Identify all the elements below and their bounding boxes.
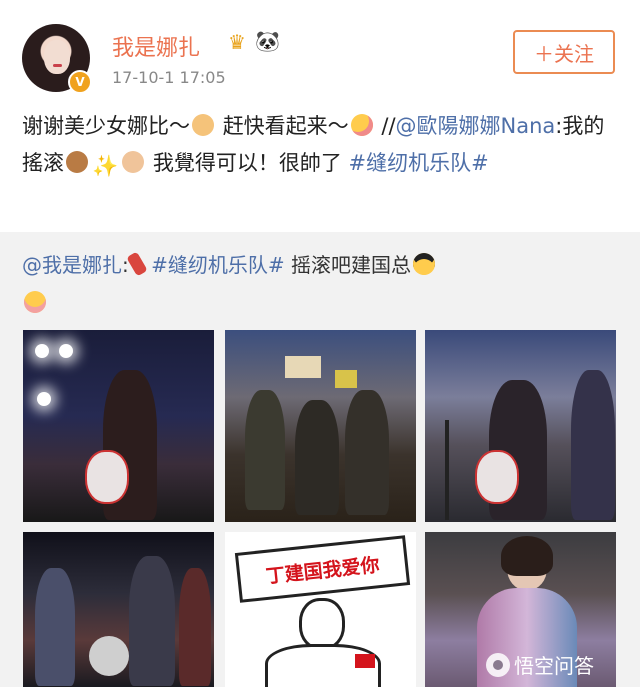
- stage-light: [35, 344, 49, 358]
- stage-light: [37, 392, 51, 406]
- kiss-face-emoji-icon: [350, 114, 373, 136]
- figure-armband: [355, 654, 375, 668]
- panda-icon: 🐼: [255, 29, 280, 53]
- figure-head: [299, 598, 345, 650]
- crown-icon: ♛: [228, 30, 246, 54]
- photo-5-propaganda-banner[interactable]: 丁建国我爱你: [225, 532, 416, 687]
- guitar-emoji-icon: [126, 251, 148, 277]
- rock-hand-emoji-icon: [192, 114, 214, 136]
- post-text: 谢谢美少女娜比～ 赶快看起来～ //@歐陽娜娜Nana:我的搖滚 ✨ 我覺得可以！…: [22, 108, 622, 182]
- photo-3[interactable]: [425, 330, 616, 522]
- guitar: [475, 450, 519, 504]
- post-header: V 我是娜扎 ♛ 🐼 17-10-1 17:05 ＋关注: [0, 0, 640, 100]
- mention-link[interactable]: @歐陽娜娜Nana: [396, 114, 556, 138]
- band-member-figure: [129, 556, 175, 686]
- username[interactable]: 我是娜扎: [112, 30, 200, 62]
- portrait-hair: [501, 536, 553, 576]
- photo-1[interactable]: [23, 330, 214, 522]
- crowd-figure: [345, 390, 389, 515]
- flushed-face-emoji-icon: [24, 291, 46, 313]
- post-timestamp[interactable]: 17-10-1 17:05: [112, 68, 226, 87]
- band-member-figure: [35, 568, 75, 686]
- band-member-figure: [179, 568, 211, 686]
- performer-figure: [571, 370, 615, 520]
- wukong-logo-icon: [486, 652, 510, 677]
- microphone-stand: [445, 420, 449, 520]
- verified-badge-icon: V: [68, 70, 92, 94]
- post-text-part2: 赶快看起来～: [222, 114, 349, 138]
- repost-mention-link[interactable]: @我是娜扎: [22, 253, 122, 277]
- photo-4[interactable]: [23, 532, 214, 687]
- post-text-part5: 我覺得可以！很帥了: [152, 151, 342, 175]
- repost-text: @我是娜扎: #缝纫机乐队# 摇滚吧建国总: [22, 246, 622, 322]
- follow-button[interactable]: ＋关注: [513, 30, 615, 74]
- crowd-figure: [295, 400, 339, 515]
- flag: [335, 370, 357, 388]
- photo-2[interactable]: [225, 330, 416, 522]
- crowd-figure: [245, 390, 285, 510]
- banner-text: 丁建国我爱你: [234, 535, 411, 603]
- watermark: 悟空问答: [486, 650, 594, 679]
- repost-separator: //: [381, 114, 396, 138]
- watermark-text: 悟空问答: [514, 654, 594, 678]
- guitar: [85, 450, 129, 504]
- post-text-part1: 谢谢美少女娜比～: [22, 114, 190, 138]
- avatar-lips: [53, 64, 62, 67]
- sunglasses-face-emoji-icon: [412, 253, 435, 275]
- drum-kit: [89, 636, 129, 676]
- sparkles-emoji-icon: ✨: [92, 154, 119, 178]
- stage-light: [59, 344, 73, 358]
- hashtag-link[interactable]: #缝纫机乐队#: [349, 151, 489, 175]
- monkey-emoji-icon: [66, 151, 88, 173]
- flag: [285, 356, 321, 378]
- avatar-face: [44, 40, 70, 74]
- repost-hashtag-link[interactable]: #缝纫机乐队#: [151, 253, 285, 277]
- ok-hand-emoji-icon: [122, 151, 145, 173]
- repost-body-text: 摇滚吧建国总: [290, 253, 411, 277]
